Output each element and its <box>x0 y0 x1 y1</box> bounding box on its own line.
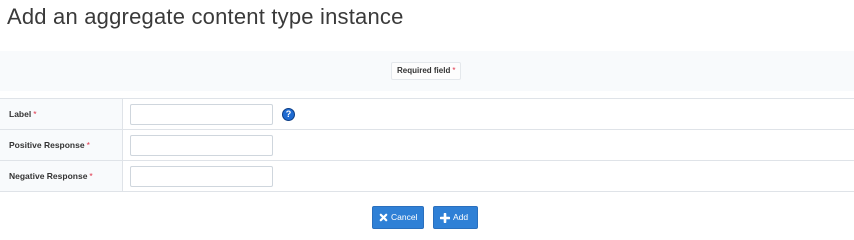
required-marker: * <box>86 140 90 150</box>
required-marker: * <box>452 66 456 75</box>
field-label: Negative Response * <box>9 171 93 181</box>
positive-response-input[interactable] <box>130 135 273 156</box>
add-button[interactable]: Add <box>433 206 478 229</box>
x-icon <box>379 213 388 223</box>
field-label: Label * <box>9 109 37 119</box>
help-icon[interactable]: ? <box>282 108 295 121</box>
add-label: Add <box>453 212 469 222</box>
row-field-cell <box>124 161 854 191</box>
row-label-cell: Label * <box>0 99 123 129</box>
row-field-cell: ? <box>124 99 854 129</box>
form-row-label: Label * ? <box>0 99 854 130</box>
cancel-button[interactable]: Cancel <box>372 206 424 229</box>
row-label-cell: Negative Response * <box>0 161 123 191</box>
required-marker: * <box>33 109 37 119</box>
required-marker: * <box>89 171 93 181</box>
row-field-cell <box>124 130 854 160</box>
required-field-legend: Required field * <box>391 62 462 80</box>
plus-icon <box>440 212 450 223</box>
form-table: Label * ? Positive Response * Negative Res… <box>0 98 854 192</box>
required-legend-band: Required field * <box>0 51 854 91</box>
row-label-cell: Positive Response * <box>0 130 123 160</box>
negative-response-input[interactable] <box>130 166 273 187</box>
field-label: Positive Response * <box>9 140 90 150</box>
required-field-text: Required field <box>397 66 451 75</box>
form-row-negative-response: Negative Response * <box>0 161 854 192</box>
label-input[interactable] <box>130 104 273 125</box>
form-row-positive-response: Positive Response * <box>0 130 854 161</box>
cancel-label: Cancel <box>391 212 418 222</box>
page-title: Add an aggregate content type instance <box>7 4 404 29</box>
